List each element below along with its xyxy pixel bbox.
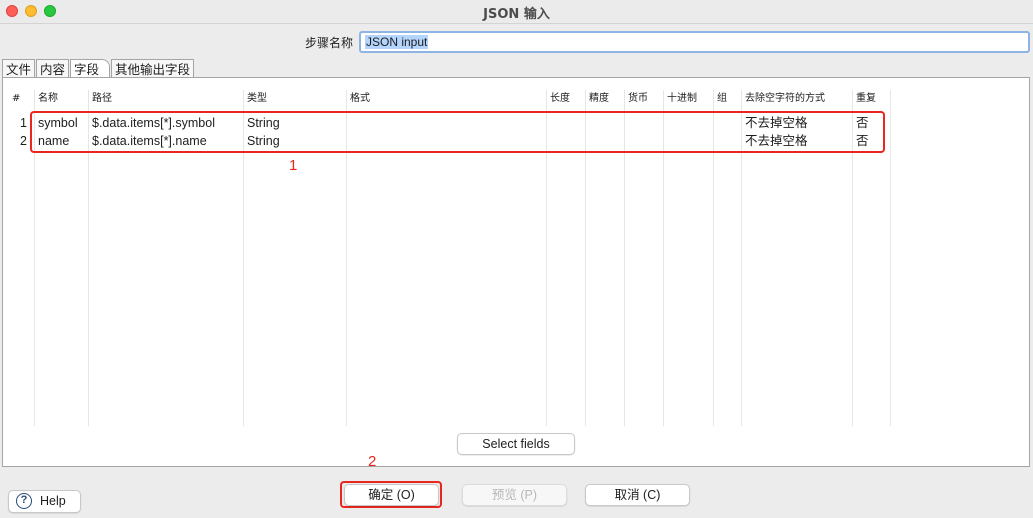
header-repeat[interactable]: 重复 (853, 90, 876, 107)
row-number: 2 (20, 134, 27, 148)
header-format[interactable]: 格式 (347, 90, 370, 107)
preview-button[interactable]: 预览 (P) (462, 484, 567, 506)
select-fields-button[interactable]: Select fields (457, 433, 575, 455)
tab-content[interactable]: 内容 (36, 59, 70, 78)
header-trim[interactable]: 去除空字符的方式 (742, 90, 825, 107)
header-precision[interactable]: 精度 (586, 90, 609, 107)
tab-file[interactable]: 文件 (2, 59, 36, 78)
header-decimal[interactable]: 十进制 (664, 90, 697, 107)
ok-button[interactable]: 确定 (O) (344, 484, 439, 506)
annotation-label-2: 2 (368, 453, 377, 470)
header-length[interactable]: 长度 (547, 90, 570, 107)
question-circle-icon: ? (16, 493, 32, 509)
tab-bar: 文件 内容 字段 其他输出字段 (2, 59, 195, 78)
tab-fields[interactable]: 字段 (70, 59, 111, 78)
window-title: JSON 输入 (483, 7, 550, 22)
header-group[interactable]: 组 (714, 90, 727, 107)
header-currency[interactable]: 货币 (625, 90, 648, 107)
cancel-button[interactable]: 取消 (C) (585, 484, 690, 506)
help-label: Help (40, 494, 66, 508)
header-type[interactable]: 类型 (244, 90, 267, 107)
header-path[interactable]: 路径 (89, 90, 112, 107)
help-button[interactable]: ? Help (8, 490, 81, 513)
step-name-input[interactable]: JSON input (359, 31, 1030, 53)
row-number: 1 (20, 116, 27, 130)
annotation-label-1: 1 (289, 157, 298, 174)
header-name[interactable]: 名称 (35, 90, 58, 107)
header-num[interactable]: # (9, 90, 20, 107)
step-name-value: JSON input (365, 35, 429, 49)
step-name-label: 步骤名称 (305, 36, 354, 50)
annotation-box-rows (30, 111, 885, 153)
tab-other-output-fields[interactable]: 其他输出字段 (111, 59, 195, 78)
title-bar: JSON 输入 (0, 0, 1033, 24)
